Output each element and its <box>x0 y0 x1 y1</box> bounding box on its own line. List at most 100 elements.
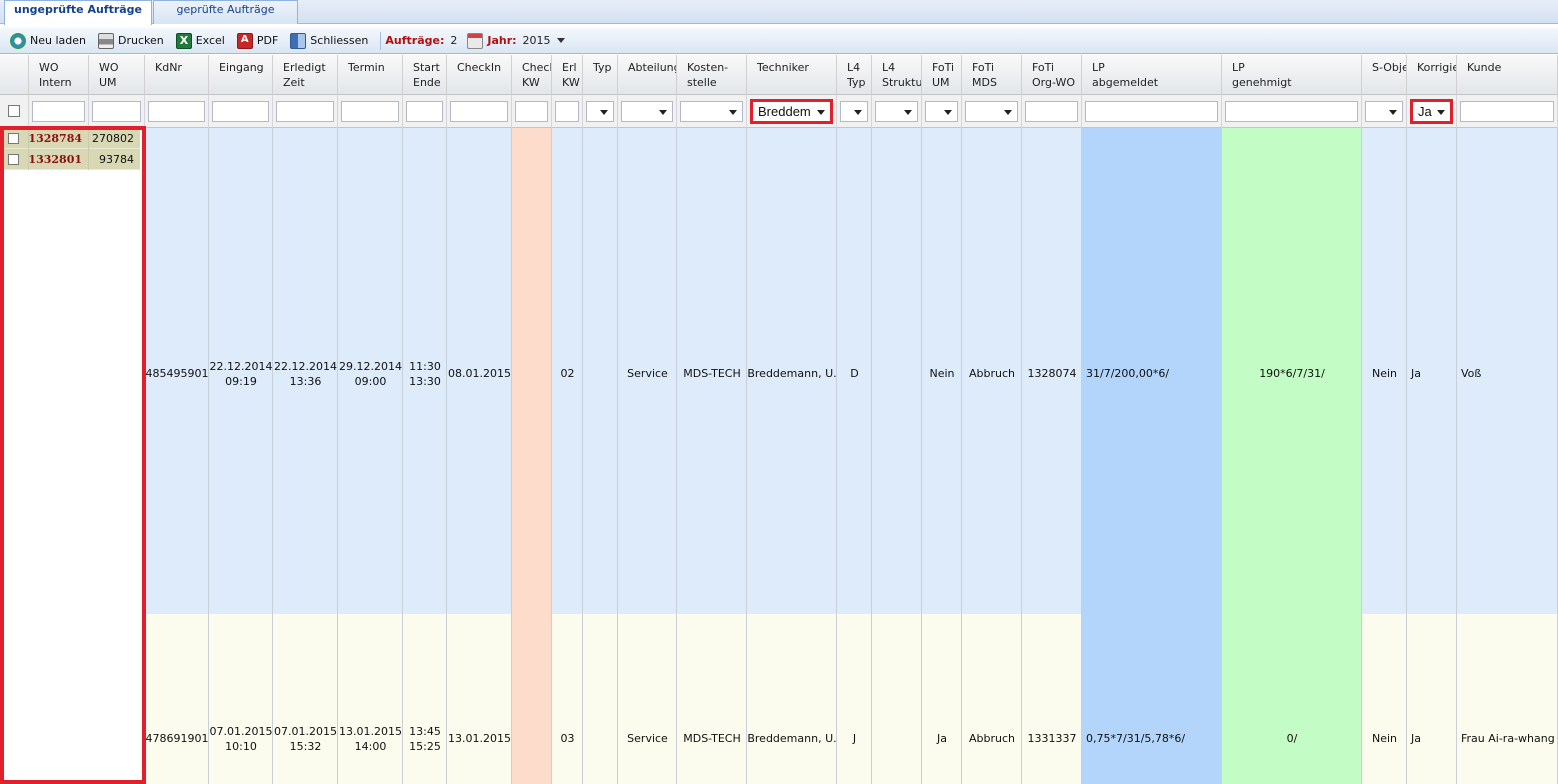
column-header-label: L4 Typ <box>847 61 866 89</box>
column-header-eingang[interactable]: Eingang <box>209 55 273 95</box>
column-header-abteilung[interactable]: Abteilung <box>618 55 677 95</box>
filter-input-erledigt[interactable] <box>276 101 334 122</box>
column-header-s_obje[interactable]: S-Obje <box>1362 55 1407 95</box>
cell-lp_abgemeldet: 31/7/200,00*6/ <box>1086 367 1170 380</box>
column-header-label: WO UM <box>99 61 119 89</box>
cell-s_obje: Nein <box>1371 732 1398 745</box>
filter-select-l4_typ[interactable] <box>840 101 868 122</box>
pdf-icon <box>236 32 253 49</box>
filter-select-s_obje[interactable] <box>1365 101 1403 122</box>
column-header-erl_kw[interactable]: Erl KW <box>552 55 583 95</box>
column-header-korrigier[interactable]: Korrigier <box>1407 55 1457 95</box>
filter-cell-foti_mds <box>962 95 1022 128</box>
column-header-kdnr[interactable]: KdNr <box>145 55 209 95</box>
column-header-check_kw[interactable]: Check KW <box>512 55 552 95</box>
filter-input-wo_um[interactable] <box>92 101 141 122</box>
column-header-lp_abgemeldet[interactable]: LP abgemeldet <box>1082 55 1222 95</box>
column-header-lp_genehmigt[interactable]: LP genehmigt <box>1222 55 1362 95</box>
cell-erledigt: 07.01.2015 15:32 <box>274 725 337 753</box>
column-header-label: CheckIn <box>457 61 502 74</box>
column-erledigt <box>273 128 338 784</box>
orders-count-value: 2 <box>450 34 458 47</box>
filter-input-lp_genehmigt[interactable] <box>1225 101 1358 122</box>
filter-input-wo_intern[interactable] <box>32 101 85 122</box>
filter-select-techniker[interactable]: Breddem <box>750 99 833 124</box>
filter-select-l4_struktur[interactable] <box>875 101 918 122</box>
column-korrigier <box>1407 128 1457 784</box>
column-header-kostenstelle[interactable]: Kosten- stelle <box>677 55 747 95</box>
tab-gepruefte-auftraege[interactable]: geprüfte Aufträge <box>153 0 298 24</box>
frozen-row[interactable]: 1332801 93784 <box>0 149 140 170</box>
column-techniker <box>747 128 837 784</box>
year-dropdown-arrow-icon[interactable] <box>556 38 565 43</box>
filter-input-kunde[interactable] <box>1460 101 1554 122</box>
column-header-typ[interactable]: Typ <box>583 55 618 95</box>
column-header-kunde[interactable]: Kunde <box>1457 55 1558 95</box>
filter-select-kostenstelle[interactable] <box>680 101 743 122</box>
cell-kostenstelle: MDS-TECH <box>683 367 741 380</box>
cell-kostenstelle: MDS-TECH <box>683 732 741 745</box>
column-header-checkin[interactable]: CheckIn <box>447 55 512 95</box>
column-header-termin[interactable]: Termin <box>338 55 403 95</box>
filter-input-erl_kw[interactable] <box>555 101 579 122</box>
wo-intern-value[interactable]: 1332801 <box>28 149 88 170</box>
print-button[interactable]: Drucken <box>94 30 168 52</box>
grid-header: WO Intern WO UM KdNr Eingang Erledigt Zeit Te… <box>0 55 1558 95</box>
column-header-erledigt[interactable]: Erledigt Zeit <box>273 55 338 95</box>
reload-button[interactable]: Neu laden <box>6 30 90 52</box>
column-header-foti_um[interactable]: FoTi UM <box>922 55 962 95</box>
column-header-l4_struktur[interactable]: L4 Struktur <box>872 55 922 95</box>
column-header-start_ende[interactable]: Start Ende <box>403 55 447 95</box>
pdf-button[interactable]: PDF <box>233 30 282 52</box>
cell-s_obje: Nein <box>1371 367 1398 380</box>
close-button[interactable]: Schliessen <box>286 30 372 52</box>
filter-select-foti_um[interactable] <box>925 101 958 122</box>
filter-cell-lp_abgemeldet <box>1082 95 1222 128</box>
column-header-wo_intern[interactable]: WO Intern <box>29 55 89 95</box>
filter-select-typ[interactable] <box>586 101 614 122</box>
filter-select-abteilung[interactable] <box>621 101 673 122</box>
filter-input-kdnr[interactable] <box>148 101 205 122</box>
frozen-column-divider <box>88 128 89 170</box>
wo-um-value: 93784 <box>99 153 134 166</box>
filter-select-foti_mds[interactable] <box>965 101 1018 122</box>
row-checkbox[interactable] <box>8 154 19 165</box>
wo-intern-value[interactable]: 1328784 <box>28 128 88 149</box>
filter-input-eingang[interactable] <box>212 101 269 122</box>
year-value[interactable]: 2015 <box>523 34 551 47</box>
filter-input-check_kw[interactable] <box>515 101 548 122</box>
filter-input-checkin[interactable] <box>450 101 508 122</box>
column-start_ende <box>403 128 447 784</box>
cell-korrigier: Ja <box>1411 367 1421 380</box>
column-header-foti_org[interactable]: FoTi Org-WO <box>1022 55 1082 95</box>
column-header-wo_um[interactable]: WO UM <box>89 55 145 95</box>
cell-start_ende: 13:45 15:25 <box>409 725 441 753</box>
filter-input-lp_abgemeldet[interactable] <box>1085 101 1218 122</box>
cell-foti_mds: Abbruch <box>968 732 1015 745</box>
filter-select-korrigier[interactable]: Ja <box>1410 99 1453 124</box>
cell-checkin: 08.01.2015 <box>448 367 511 380</box>
column-header-foti_mds[interactable]: FoTi MDS <box>962 55 1022 95</box>
grid-body: 485495901 22.12.2014 09:19 22.12.2014 13:3… <box>0 128 1558 784</box>
year-label: Jahr: <box>487 34 517 47</box>
column-header-label: WO Intern <box>39 61 72 89</box>
filter-input-start_ende[interactable] <box>406 101 443 122</box>
excel-button[interactable]: Excel <box>172 30 229 52</box>
row-checkbox[interactable] <box>8 133 19 144</box>
column-header-l4_typ[interactable]: L4 Typ <box>837 55 872 95</box>
frozen-row[interactable]: 1328784 270802 <box>0 128 140 149</box>
filter-input-foti_org[interactable] <box>1025 101 1078 122</box>
toolbar-separator <box>380 31 382 50</box>
column-header-techniker[interactable]: Techniker <box>747 55 837 95</box>
filter-cell-erl_kw <box>552 95 583 128</box>
column-check_kw <box>512 128 552 784</box>
cell-foti_um: Nein <box>929 367 955 380</box>
tab-ungepruefte-auftraege[interactable]: ungeprüfte Aufträge <box>4 0 152 25</box>
cell-kunde: Voß <box>1461 367 1482 380</box>
cell-foti_um: Ja <box>937 732 947 745</box>
cell-foti_org: 1331337 <box>1027 732 1077 745</box>
select-all-checkbox[interactable] <box>8 105 20 117</box>
column-header-label: Eingang <box>219 61 264 74</box>
cell-erl_kw: 03 <box>560 732 575 745</box>
filter-input-termin[interactable] <box>341 101 399 122</box>
